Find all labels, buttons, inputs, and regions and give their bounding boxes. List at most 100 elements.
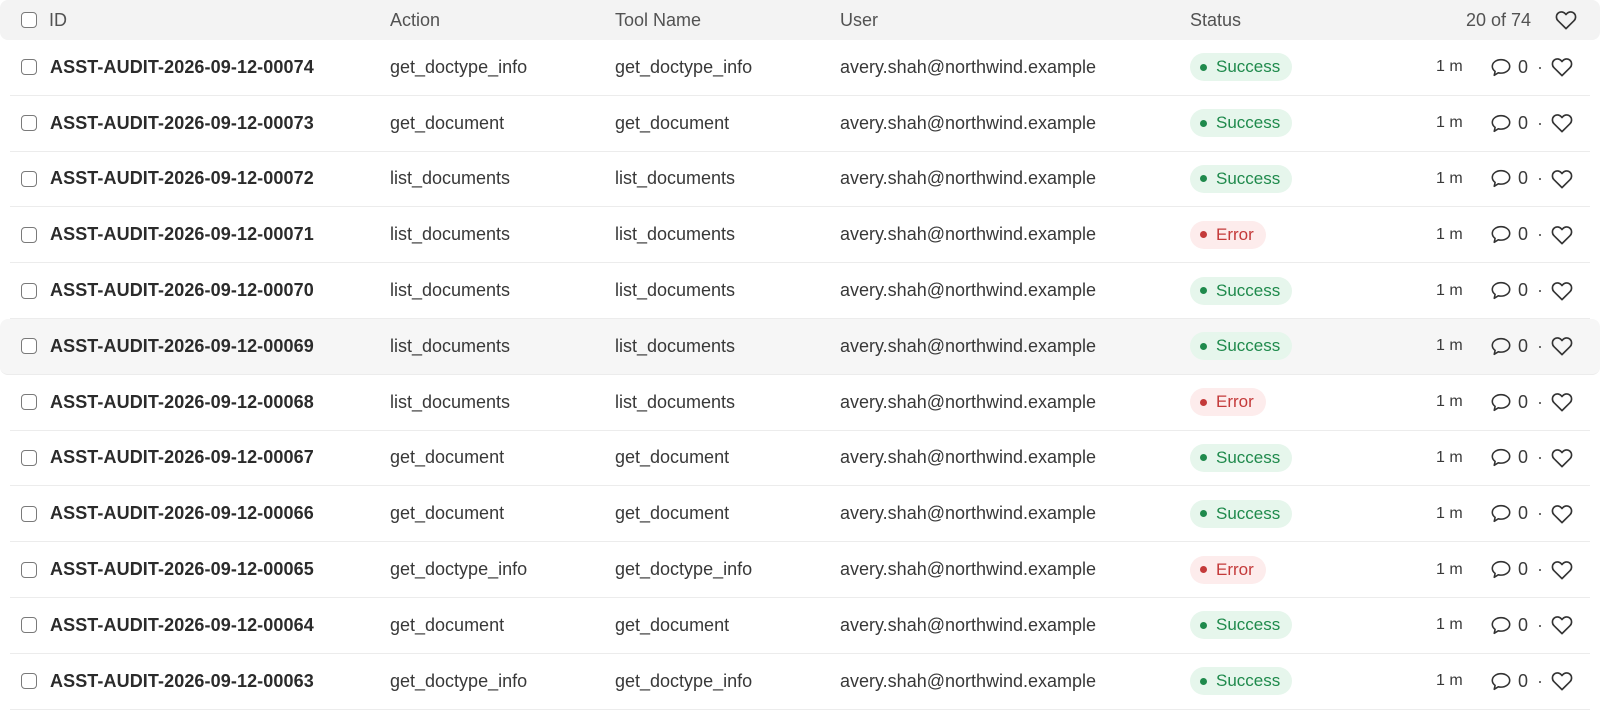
heart-icon[interactable] xyxy=(1551,169,1573,189)
list-row[interactable]: ASST-AUDIT-2026-09-12-00072 list_documen… xyxy=(10,152,1590,208)
row-checkbox[interactable] xyxy=(21,486,37,541)
row-id[interactable]: ASST-AUDIT-2026-09-12-00068 xyxy=(50,375,314,430)
checkbox[interactable] xyxy=(21,59,37,76)
checkbox[interactable] xyxy=(21,338,37,355)
heart-icon[interactable] xyxy=(1551,671,1573,691)
row-id[interactable]: ASST-AUDIT-2026-09-12-00072 xyxy=(50,152,314,207)
row-id[interactable]: ASST-AUDIT-2026-09-12-00066 xyxy=(50,486,314,541)
comment-count: 0 xyxy=(1518,614,1529,635)
comment-icon[interactable] xyxy=(1490,280,1512,301)
heart-icon[interactable] xyxy=(1555,0,1577,40)
heart-icon[interactable] xyxy=(1551,336,1573,356)
row-checkbox[interactable] xyxy=(21,207,37,262)
row-checkbox[interactable] xyxy=(21,40,37,95)
list-row[interactable]: ASST-AUDIT-2026-09-12-00067 get_document… xyxy=(10,431,1590,487)
heart-icon[interactable] xyxy=(1551,615,1573,635)
separator-dot: · xyxy=(1537,670,1544,691)
list-row[interactable]: ASST-AUDIT-2026-09-12-00065 get_doctype_… xyxy=(10,542,1590,598)
column-header-user[interactable]: User xyxy=(840,0,878,40)
list-row[interactable]: ASST-AUDIT-2026-09-12-00066 get_document… xyxy=(10,486,1590,543)
heart-icon[interactable] xyxy=(1551,281,1573,301)
row-meta: 0 · xyxy=(1490,263,1573,318)
column-header-id[interactable]: ID xyxy=(49,0,67,40)
heart-icon[interactable] xyxy=(1551,57,1573,77)
row-meta: 0 · xyxy=(1490,431,1573,486)
row-checkbox[interactable] xyxy=(21,152,37,207)
list-row[interactable]: ASST-AUDIT-2026-09-12-00069 list_documen… xyxy=(0,318,1600,375)
comment-icon[interactable] xyxy=(1490,392,1512,413)
comment-count: 0 xyxy=(1518,335,1529,356)
column-header-status[interactable]: Status xyxy=(1190,0,1241,40)
checkbox[interactable] xyxy=(21,115,37,132)
column-header-action[interactable]: Action xyxy=(390,0,440,40)
checkbox[interactable] xyxy=(21,449,37,466)
checkbox[interactable] xyxy=(21,282,37,299)
comment-icon[interactable] xyxy=(1490,559,1512,580)
select-all-checkbox[interactable] xyxy=(21,0,37,40)
row-meta: 0 · xyxy=(1490,152,1573,207)
row-user: avery.shah@northwind.example xyxy=(840,112,1097,133)
comment-icon[interactable] xyxy=(1490,671,1512,692)
comment-icon[interactable] xyxy=(1490,168,1512,189)
list-row[interactable]: ASST-AUDIT-2026-09-12-00070 list_documen… xyxy=(10,263,1590,319)
row-id[interactable]: ASST-AUDIT-2026-09-12-00069 xyxy=(50,319,314,374)
checkbox[interactable] xyxy=(21,170,37,187)
heart-icon[interactable] xyxy=(1551,113,1573,133)
separator-dot: · xyxy=(1537,335,1544,356)
row-checkbox[interactable] xyxy=(21,96,37,151)
row-user: avery.shah@northwind.example xyxy=(840,56,1097,77)
row-tool-name: get_doctype_info xyxy=(615,56,753,77)
row-checkbox[interactable] xyxy=(21,542,37,597)
checkbox[interactable] xyxy=(21,673,37,690)
column-header-tool-name[interactable]: Tool Name xyxy=(615,0,701,40)
status-text: Success xyxy=(1216,57,1281,77)
heart-icon[interactable] xyxy=(1551,504,1573,524)
checkbox[interactable] xyxy=(21,617,37,634)
checkbox[interactable] xyxy=(21,226,37,243)
row-checkbox[interactable] xyxy=(21,431,37,486)
heart-icon[interactable] xyxy=(1551,392,1573,412)
row-id[interactable]: ASST-AUDIT-2026-09-12-00071 xyxy=(50,207,314,262)
row-checkbox[interactable] xyxy=(21,375,37,430)
row-id[interactable]: ASST-AUDIT-2026-09-12-00067 xyxy=(50,431,314,486)
comment-icon[interactable] xyxy=(1490,336,1512,357)
list-row[interactable]: ASST-AUDIT-2026-09-12-00063 get_doctype_… xyxy=(10,654,1590,710)
row-checkbox[interactable] xyxy=(21,319,37,374)
comment-icon[interactable] xyxy=(1490,447,1512,468)
checkbox[interactable] xyxy=(21,561,37,578)
row-id[interactable]: ASST-AUDIT-2026-09-12-00070 xyxy=(50,263,314,318)
comment-icon[interactable] xyxy=(1490,503,1512,524)
comment-icon[interactable] xyxy=(1490,57,1512,78)
row-id[interactable]: ASST-AUDIT-2026-09-12-00073 xyxy=(50,96,314,151)
row-id[interactable]: ASST-AUDIT-2026-09-12-00065 xyxy=(50,542,314,597)
row-action: get_doctype_info xyxy=(390,670,528,691)
row-tool-name: get_document xyxy=(615,112,730,133)
status-text: Success xyxy=(1216,615,1281,635)
row-action: list_documents xyxy=(390,335,511,356)
list-row[interactable]: ASST-AUDIT-2026-09-12-00064 get_document… xyxy=(10,598,1590,654)
row-checkbox[interactable] xyxy=(21,654,37,709)
row-checkbox[interactable] xyxy=(21,598,37,653)
status-badge: Success xyxy=(1190,152,1293,207)
list-row[interactable]: ASST-AUDIT-2026-09-12-00073 get_document… xyxy=(10,96,1590,152)
status-badge: Success xyxy=(1190,486,1293,541)
checkbox[interactable] xyxy=(21,505,37,522)
comment-icon[interactable] xyxy=(1490,113,1512,134)
list-row[interactable]: ASST-AUDIT-2026-09-12-00068 list_documen… xyxy=(10,375,1590,431)
heart-icon[interactable] xyxy=(1551,448,1573,468)
checkbox[interactable] xyxy=(21,394,37,411)
checkbox[interactable] xyxy=(21,12,37,28)
status-dot xyxy=(1200,119,1207,127)
row-id[interactable]: ASST-AUDIT-2026-09-12-00064 xyxy=(50,598,314,653)
row-id[interactable]: ASST-AUDIT-2026-09-12-00063 xyxy=(50,654,314,709)
row-checkbox[interactable] xyxy=(21,263,37,318)
comment-icon[interactable] xyxy=(1490,615,1512,636)
heart-icon[interactable] xyxy=(1551,560,1573,580)
separator-dot: · xyxy=(1537,56,1544,77)
list-row[interactable]: ASST-AUDIT-2026-09-12-00071 list_documen… xyxy=(10,207,1590,264)
heart-icon[interactable] xyxy=(1551,225,1573,245)
comment-icon[interactable] xyxy=(1490,224,1512,245)
list-row[interactable]: ASST-AUDIT-2026-09-12-00074 get_doctype_… xyxy=(10,40,1590,96)
row-id[interactable]: ASST-AUDIT-2026-09-12-00074 xyxy=(50,40,314,95)
separator-dot: · xyxy=(1537,503,1544,524)
